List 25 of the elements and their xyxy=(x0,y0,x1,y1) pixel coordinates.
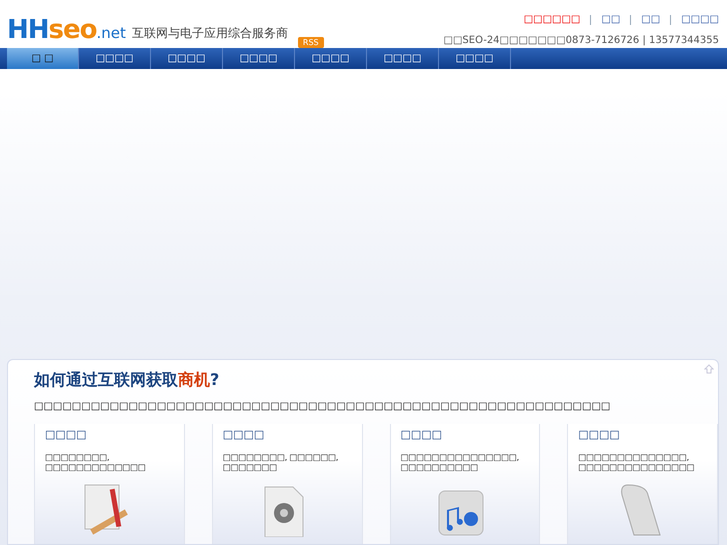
card-text: □□□□□□□□, □□□□□□□□□□□□□ xyxy=(45,453,147,473)
nav-tab[interactable]: □ □ xyxy=(7,48,79,69)
site-logo[interactable]: HHseo.net xyxy=(7,15,126,48)
card-title[interactable]: □□□□ xyxy=(222,428,362,441)
contact-phone: □□SEO-24□□□□□□□0873-7126726 | 13577344355 xyxy=(444,35,719,46)
intro-text: □□□□□□□□□□□□□□□□□□□□□□□□□□□□□□□□□□□□□□□□□□□□□□□□□□□□□□□□□□□□□ xyxy=(34,401,612,412)
card-text: □□□□□□□□, □□□□□□, □□□□□□□ xyxy=(222,453,340,473)
panel-title: 如何通过互联网获取商机? xyxy=(34,370,220,391)
card-text: □□□□□□□□□□□□□□□, □□□□□□□□□□ xyxy=(400,453,520,473)
nav-tab[interactable]: □□□□ xyxy=(223,48,295,69)
card-title[interactable]: □□□□ xyxy=(578,428,717,441)
nav-tab[interactable]: □□□□ xyxy=(367,48,439,69)
card-title[interactable]: □□□□ xyxy=(400,428,540,441)
nav-tab[interactable]: □□□□ xyxy=(151,48,223,69)
card-text: □□□□□□□□□□□□□□, □□□□□□□□□□□□□□□ xyxy=(578,453,696,473)
tagline: 互联网与电子应用综合服务商 xyxy=(132,25,288,42)
top-link[interactable]: □□□□□□ xyxy=(524,14,580,25)
nav-tab[interactable]: □□□□ xyxy=(295,48,367,69)
up-arrow-icon[interactable] xyxy=(704,364,714,374)
nav-tab[interactable]: □□□□ xyxy=(79,48,151,69)
top-link[interactable]: □□□□ xyxy=(681,14,719,25)
card-title[interactable]: □□□□ xyxy=(45,428,184,441)
top-link[interactable]: □□ xyxy=(601,14,620,25)
nav-tab[interactable]: □□□□ xyxy=(439,48,511,69)
top-link[interactable]: □□ xyxy=(641,14,660,25)
